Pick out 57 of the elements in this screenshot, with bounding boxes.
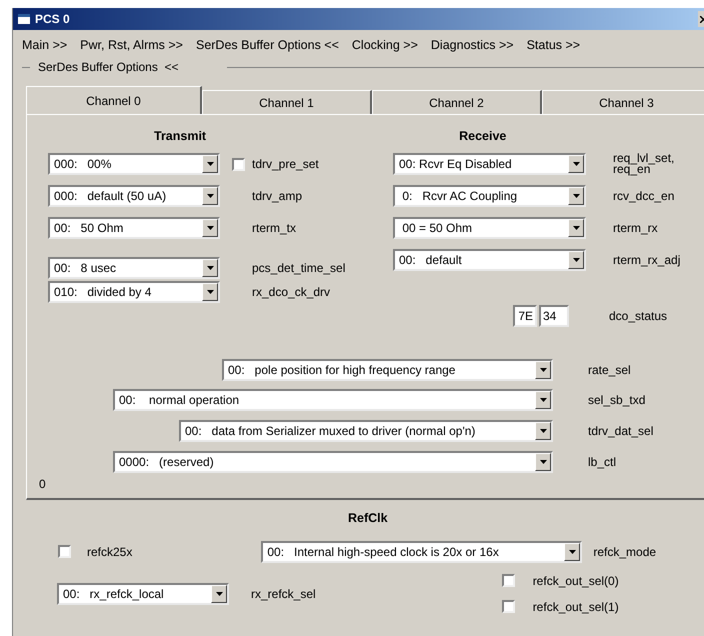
dropdown[interactable]: 00: pole position for high frequency range (222, 359, 553, 381)
dropdown[interactable]: 00 = 50 Ohm (393, 217, 586, 239)
field-label: rx_dco_ck_drv (252, 284, 330, 301)
value-field: 7E (513, 305, 537, 327)
field-label: refck_mode (593, 544, 656, 561)
tab[interactable]: Channel 2 (372, 90, 542, 114)
checkbox[interactable] (502, 574, 515, 588)
dropdown[interactable]: 000: 00% (48, 153, 220, 175)
dropdown[interactable]: 00: Internal high-speed clock is 20x or 16x (261, 540, 582, 563)
dropdown[interactable]: 00: data from Serializer muxed to driver (normal op'n) (179, 420, 553, 442)
group-label: SerDes Buffer Options << (37, 59, 180, 76)
field-label: tdrv_dat_sel (588, 423, 654, 440)
section-heading: Transmit (154, 128, 206, 143)
section-heading: Receive (459, 128, 506, 143)
dropdown[interactable]: 00: 50 Ohm (48, 217, 220, 239)
field-label: refck25x (87, 544, 132, 561)
field-label: tdrv_amp (252, 188, 302, 205)
field-label: lb_ctl (588, 454, 616, 471)
dropdown[interactable]: 00: normal operation (113, 389, 553, 411)
field-label: rx_refck_sel (251, 586, 316, 603)
dropdown[interactable]: 0: Rcvr AC Coupling (393, 185, 586, 207)
field-label: pcs_det_time_sel (252, 260, 346, 277)
dropdown[interactable]: 0000: (reserved) (113, 451, 553, 473)
dropdown[interactable]: 000: default (50 uA) (48, 185, 220, 207)
field-label: rate_sel (588, 362, 631, 379)
tab[interactable]: Channel 1 (202, 90, 372, 114)
field-label: tdrv_pre_set (252, 156, 319, 173)
field-label: refck_out_sel(1) (532, 598, 619, 616)
app-icon (17, 13, 31, 25)
field-label: rterm_rx_adj (613, 254, 682, 266)
menu-item[interactable]: Status >> (526, 36, 580, 54)
field-label: dco_status (609, 308, 668, 325)
window-title: PCS 0 (35, 11, 70, 28)
dropdown[interactable]: 00: 8 usec (48, 257, 220, 279)
dropdown[interactable]: 00: default (393, 249, 586, 271)
field-label: sel_sb_txd (588, 392, 646, 409)
checkbox[interactable] (232, 158, 245, 170)
checkbox[interactable] (502, 600, 515, 614)
value-label: 0 (39, 476, 46, 493)
menu-item[interactable]: Main >> (22, 36, 68, 54)
menu-item[interactable]: SerDes Buffer Options << (196, 36, 339, 54)
field-label: refck_out_sel(0) (532, 572, 619, 590)
field-label: req_lvl_set, req_en (613, 153, 676, 175)
value-field: 34 (539, 305, 569, 327)
menu-item[interactable]: Clocking >> (352, 36, 418, 54)
tab[interactable]: Channel 0 (26, 86, 202, 114)
menu-item[interactable]: Pwr, Rst, Alrms >> (80, 36, 183, 54)
dropdown[interactable]: 00: rx_refck_local (57, 582, 229, 605)
tab[interactable]: Channel 3 (542, 90, 704, 114)
field-label: rcv_dcc_en (613, 190, 676, 202)
field-label: rterm_tx (252, 220, 296, 237)
menu-item[interactable]: Diagnostics >> (430, 36, 514, 54)
checkbox[interactable] (58, 545, 71, 558)
field-label: rterm_rx (613, 222, 659, 234)
section-heading: RefClk (348, 510, 388, 527)
dropdown[interactable]: 00: Rcvr Eq Disabled (393, 153, 586, 175)
dropdown[interactable]: 010: divided by 4 (48, 281, 220, 303)
